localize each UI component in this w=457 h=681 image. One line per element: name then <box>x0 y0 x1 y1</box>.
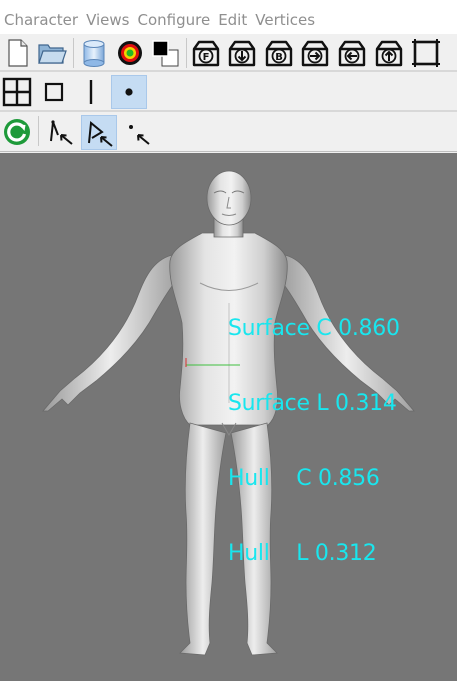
color-ring-button[interactable] <box>114 37 146 69</box>
view-toolbar <box>0 71 457 111</box>
view-front-icon: F <box>192 40 220 67</box>
line-mode-icon <box>89 80 93 104</box>
color-swatch-button[interactable] <box>149 37 181 69</box>
refresh-button[interactable] <box>1 116 33 148</box>
measurement-overlay: Surface C 0.860 Surface L 0.314 Hull C 0… <box>228 266 400 616</box>
menu-character[interactable]: Character <box>0 10 86 30</box>
cylinder-icon <box>83 40 105 67</box>
frame-button[interactable] <box>410 37 442 69</box>
view-top-button[interactable] <box>226 37 258 69</box>
color-swatch-icon <box>152 40 179 67</box>
select-vertex-button[interactable] <box>44 116 76 148</box>
select-edge-icon <box>88 120 113 147</box>
frame-icon <box>412 39 440 67</box>
menu-bar: Character Views Configure Edit Vertices <box>0 0 457 34</box>
select-edge-button[interactable] <box>81 115 117 150</box>
view-right-icon <box>301 40 329 67</box>
single-view-button[interactable] <box>38 76 70 108</box>
open-folder-icon <box>38 44 67 64</box>
view-front-button[interactable]: F <box>190 37 222 69</box>
refresh-icon <box>4 119 30 145</box>
surface-c-label: Surface C 0.860 <box>228 316 400 341</box>
view-bottom-button[interactable] <box>373 37 405 69</box>
select-toolbar <box>0 111 457 152</box>
menu-vertices[interactable]: Vertices <box>255 10 323 30</box>
quad-view-icon <box>2 77 32 107</box>
color-ring-icon <box>118 41 142 65</box>
menu-views[interactable]: Views <box>86 10 137 30</box>
select-vertex-icon <box>50 120 73 145</box>
view-right-button[interactable] <box>299 37 331 69</box>
point-mode-icon <box>125 88 133 96</box>
quad-view-button[interactable] <box>1 76 33 108</box>
main-toolbar: F B <box>0 34 457 71</box>
view-bottom-icon <box>375 40 403 67</box>
view-top-icon <box>228 40 256 67</box>
point-mode-button[interactable] <box>111 75 147 109</box>
view-back-button[interactable]: B <box>263 37 295 69</box>
hull-l-label: Hull L 0.312 <box>228 541 377 566</box>
line-mode-button[interactable] <box>75 76 107 108</box>
menu-configure[interactable]: Configure <box>137 10 218 30</box>
svg-text:B: B <box>275 52 283 63</box>
select-point-button[interactable] <box>122 116 154 148</box>
surface-l-label: Surface L 0.314 <box>228 391 397 416</box>
single-view-icon <box>44 82 64 102</box>
open-folder-button[interactable] <box>36 37 68 69</box>
new-file-button[interactable] <box>2 37 34 69</box>
new-file-icon <box>8 39 28 67</box>
svg-text:F: F <box>203 52 210 63</box>
menu-edit[interactable]: Edit <box>218 10 255 30</box>
view-left-icon <box>338 40 366 67</box>
view-back-icon: B <box>265 40 293 67</box>
view-left-button[interactable] <box>336 37 368 69</box>
3d-viewport[interactable]: Surface C 0.860 Surface L 0.314 Hull C 0… <box>0 153 457 681</box>
hull-c-label: Hull C 0.856 <box>228 466 380 491</box>
cylinder-button[interactable] <box>78 37 110 69</box>
select-point-icon <box>129 125 150 145</box>
